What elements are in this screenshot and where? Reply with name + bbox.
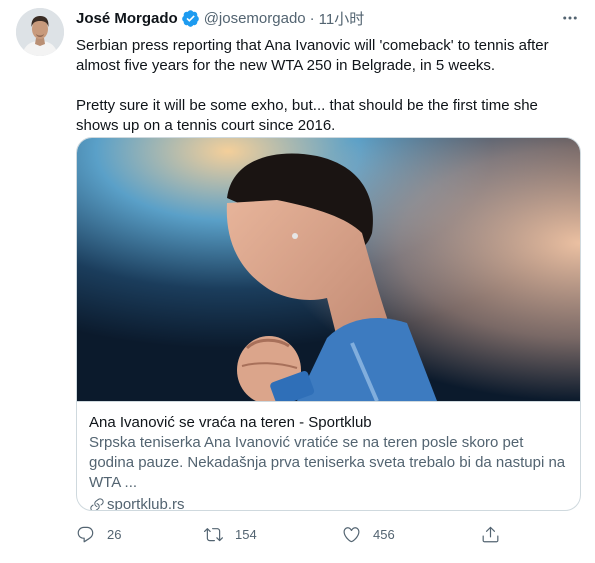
author-handle[interactable]: @josemorgado [204, 10, 306, 27]
tweet-text: Serbian press reporting that Ana Ivanovi… [76, 36, 582, 136]
card-title: Ana Ivanović se vraća na teren - Sportkl… [89, 414, 372, 431]
card-domain: sportklub.rs [89, 495, 568, 510]
more-icon[interactable] [560, 8, 580, 28]
share-icon [482, 526, 499, 542]
reply-icon [77, 526, 94, 542]
tweet-paragraph: Serbian press reporting that Ana Ivanovi… [76, 37, 549, 74]
tweet-header: José Morgado @josemorgado · 11小时 [76, 8, 582, 28]
card-body: Ana Ivanović se vraća na teren - Sportkl… [77, 401, 580, 510]
avatar[interactable] [16, 8, 64, 56]
like-icon [343, 526, 360, 542]
link-card[interactable]: Ana Ivanović se vraća na teren - Sportkl… [76, 137, 581, 511]
card-domain-text[interactable]: sportklub.rs [107, 495, 185, 510]
card-image [77, 138, 580, 401]
tweet[interactable]: José Morgado @josemorgado · 11小时 Serbian… [0, 0, 595, 563]
separator-dot: · [309, 9, 315, 27]
reply-button[interactable]: 26 [76, 525, 121, 544]
retweet-button[interactable]: 154 [204, 525, 257, 544]
reply-count: 26 [107, 526, 122, 542]
retweet-icon [204, 527, 223, 541]
share-button[interactable] [481, 525, 500, 544]
link-icon [90, 498, 104, 510]
tweet-timestamp[interactable]: 11小时 [319, 8, 365, 29]
retweet-count: 154 [235, 526, 257, 542]
author-name[interactable]: José Morgado [76, 10, 178, 27]
like-count: 456 [373, 526, 395, 542]
verified-badge-icon [181, 9, 199, 27]
tweet-content: José Morgado @josemorgado · 11小时 Serbian… [76, 8, 582, 136]
action-bar: 26 154 456 [76, 524, 516, 544]
card-description: Srpska teniserka Ana Ivanović vratiće se… [89, 434, 566, 491]
tweet-paragraph: Pretty sure it will be some exho, but...… [76, 97, 538, 134]
like-button[interactable]: 456 [342, 525, 395, 544]
